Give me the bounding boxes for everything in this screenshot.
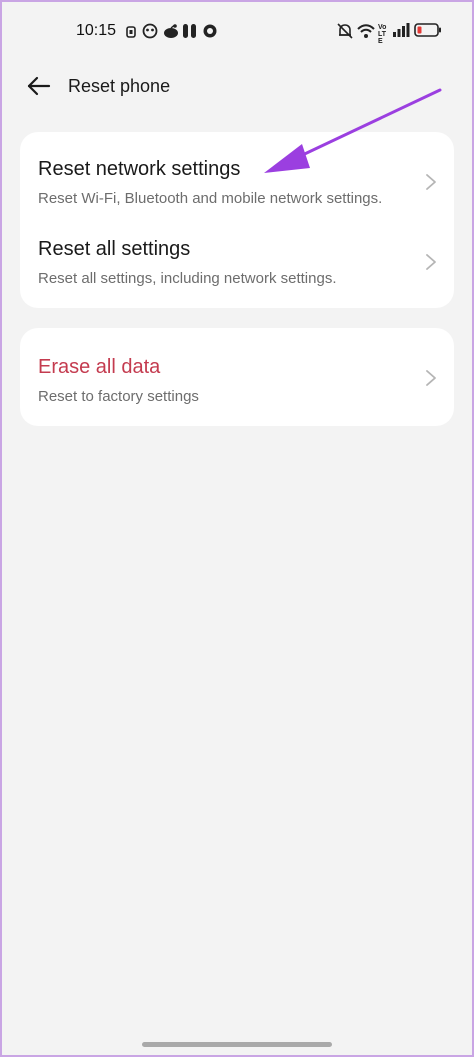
- item-subtitle: Reset all settings, including network se…: [38, 270, 337, 287]
- reset-network-settings-item[interactable]: Reset network settings Reset Wi-Fi, Blue…: [20, 144, 454, 224]
- item-subtitle: Reset to factory settings: [38, 388, 199, 405]
- item-title: Erase all data: [38, 356, 161, 378]
- signal-icon: [393, 23, 410, 37]
- face-icon: [142, 23, 158, 39]
- erase-all-data-item[interactable]: Erase all data Reset to factory settings: [20, 336, 454, 416]
- status-bar: 10:15 Vo LTE: [2, 2, 472, 60]
- app-header: Reset phone: [2, 64, 472, 108]
- item-title: Reset network settings: [38, 158, 241, 180]
- circle-app-icon: [203, 24, 217, 38]
- home-indicator[interactable]: [142, 1042, 332, 1047]
- muted-bell-icon: [337, 23, 353, 39]
- chevron-right-icon: [426, 370, 436, 386]
- reset-all-settings-item[interactable]: Reset all settings Reset all settings, i…: [20, 224, 454, 304]
- back-arrow-icon[interactable]: [26, 74, 52, 98]
- reset-options-card: Reset network settings Reset Wi-Fi, Blue…: [20, 132, 454, 308]
- status-time: 10:15: [76, 22, 117, 39]
- reddit-icon: [164, 24, 178, 38]
- item-title: Reset all settings: [38, 238, 191, 260]
- battery-low-icon: [414, 23, 441, 37]
- item-subtitle: Reset Wi-Fi, Bluetooth and mobile networ…: [38, 190, 383, 207]
- volte-icon: Vo LTE: [378, 24, 387, 45]
- chevron-right-icon: [426, 254, 436, 270]
- notification-small-icon: [126, 26, 136, 38]
- erase-data-card: Erase all data Reset to factory settings: [20, 328, 454, 426]
- chevron-right-icon: [426, 174, 436, 190]
- app-icon: [183, 24, 196, 38]
- page-title: Reset phone: [68, 76, 171, 96]
- wifi-icon: [357, 24, 375, 38]
- screen: 10:15 Vo LTE Reset phone Reset network s…: [2, 2, 472, 1055]
